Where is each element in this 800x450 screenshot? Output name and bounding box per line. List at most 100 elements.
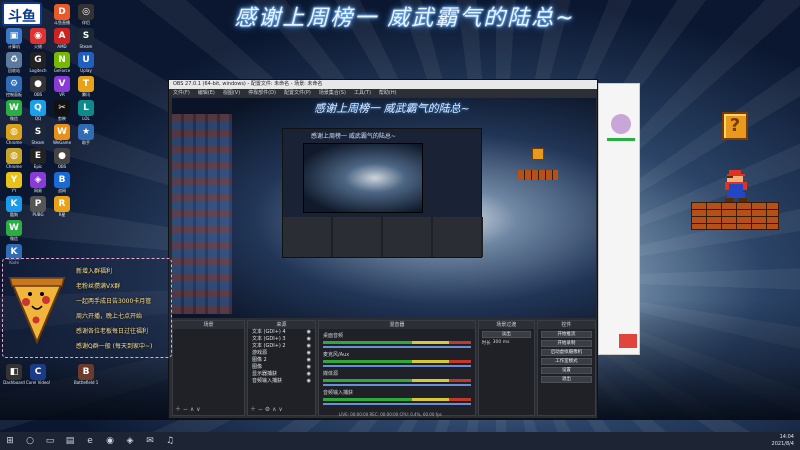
source-item[interactable]: 文本 (GDI+) 4 ◉ — [248, 329, 315, 336]
desktop-icon[interactable]: D 斗鱼直播 — [50, 4, 74, 28]
visibility-eye-icon[interactable]: ◉ — [307, 364, 311, 371]
desktop-icon[interactable]: A AMD — [50, 28, 74, 52]
desktop-icon[interactable] — [74, 196, 98, 220]
desktop-icon[interactable]: CCorel VideoStudio — [26, 364, 50, 388]
control-button[interactable]: 启动虚拟摄像机 — [540, 349, 593, 356]
volume-slider[interactable] — [322, 403, 471, 405]
desktop-icon[interactable] — [74, 172, 98, 196]
obs-preview[interactable]: 感谢上周榜一 威武霸气的陆总~ 感谢上周榜一 威武霸气的陆总~ — [172, 98, 596, 318]
desktop-icon[interactable]: W 微信 — [2, 100, 26, 124]
desktop-icon[interactable]: V VR — [50, 76, 74, 100]
control-button[interactable]: 工作室模式 — [540, 358, 593, 365]
obs-window[interactable]: OBS 27.0.1 (64-bit, windows) - 配置文件: 未命名… — [168, 79, 598, 419]
chat-side-window[interactable] — [598, 83, 640, 355]
music-taskbar-icon[interactable]: ♫ — [162, 433, 178, 449]
source-item[interactable]: 游戏源 ◉ — [248, 350, 315, 357]
task-view-icon[interactable]: ▭ — [42, 433, 58, 449]
scenes-dock[interactable]: 场景 ＋ − ∧ ∨ — [172, 320, 245, 416]
source-item[interactable]: 显示器捕获 ◉ — [248, 371, 315, 378]
source-item[interactable]: 文本 (GDI+) 2 ◉ — [248, 343, 315, 350]
obs-menu-item[interactable]: 文件(F) — [173, 89, 190, 97]
control-button[interactable]: 退出 — [540, 376, 593, 383]
transition-select[interactable]: 淡出 — [481, 331, 531, 338]
obs-menu-item[interactable]: 场景集合(S) — [319, 89, 346, 97]
desktop-icon[interactable]: ◉ 火绒 — [26, 28, 50, 52]
obs-menu-item[interactable]: 工具(T) — [354, 89, 371, 97]
source-item[interactable]: 文本 (GDI+) 3 ◉ — [248, 336, 315, 343]
visibility-eye-icon[interactable]: ◉ — [307, 336, 311, 343]
transitions-dock[interactable]: 场景过渡 淡出 时长 300 ms — [477, 320, 535, 416]
douyu-logo[interactable]: 斗鱼 — [2, 2, 42, 26]
desktop-icon[interactable]: S Steam — [74, 28, 98, 52]
desktop-icon[interactable]: R R星 — [50, 196, 74, 220]
desktop-icon[interactable]: ◧ Dashboard — [2, 364, 26, 388]
desktop-icon[interactable]: T 腾讯 — [74, 76, 98, 100]
desktop-icon[interactable]: Y YY — [2, 172, 26, 196]
control-button[interactable]: 开始推流 — [540, 331, 593, 338]
explorer-folder-icon[interactable]: ▤ — [62, 433, 78, 449]
control-button[interactable]: 设置 — [540, 367, 593, 374]
desktop-icon[interactable]: ▣ 计算机 — [2, 28, 26, 52]
obs-menu-item[interactable]: 帮助(H) — [379, 89, 397, 97]
record-button[interactable] — [619, 334, 637, 348]
desktop-icon[interactable] — [74, 220, 98, 244]
desktop-icon[interactable]: ◎ 伴侣 — [74, 4, 98, 28]
desktop-icon[interactable]: G Logitech — [26, 52, 50, 76]
desktop-icon[interactable]: B Battlefield 1 — [74, 364, 98, 388]
obs-menu-item[interactable]: 视图(V) — [223, 89, 240, 97]
wechat-taskbar-icon[interactable]: ✉ — [142, 433, 158, 449]
desktop-icon[interactable]: ⚙ 控制面板 — [2, 76, 26, 100]
mixer-dock[interactable]: 混音器 桌面音频 麦克风/Aux 媒体源 音频输入捕获 — [317, 320, 476, 416]
desktop-icon[interactable]: N GeForce — [50, 52, 74, 76]
visibility-eye-icon[interactable]: ◉ — [307, 350, 311, 357]
desktop-icon[interactable]: ● OBS — [50, 148, 74, 172]
desktop-icon[interactable]: E Epic — [26, 148, 50, 172]
volume-slider[interactable] — [322, 365, 471, 367]
edge-browser-icon[interactable]: e — [82, 433, 98, 449]
desktop-icon[interactable]: W 微信 — [2, 220, 26, 244]
desktop-icon[interactable]: ● OBS — [26, 76, 50, 100]
desktop-icon[interactable]: ◍ Chrome — [2, 124, 26, 148]
douyu-taskbar-icon[interactable]: ◈ — [122, 433, 138, 449]
obs-titlebar[interactable]: OBS 27.0.1 (64-bit, windows) - 配置文件: 未命名… — [169, 80, 597, 89]
desktop-icon[interactable]: ★ 助手 — [74, 124, 98, 148]
controls-dock[interactable]: 控件 开始推流 开始录制 启动虚拟摄像机 工作室模式 设置 退出 — [536, 320, 597, 416]
start-windows-icon[interactable]: ⊞ — [2, 433, 18, 449]
visibility-eye-icon[interactable]: ◉ — [307, 357, 311, 364]
volume-slider[interactable] — [322, 384, 471, 386]
desktop-icon[interactable] — [50, 364, 74, 388]
system-clock[interactable]: 14:04 2021/8/4 — [772, 434, 794, 448]
volume-slider[interactable] — [322, 346, 471, 348]
desktop-icon[interactable]: ✂ 剪映 — [50, 100, 74, 124]
visibility-eye-icon[interactable]: ◉ — [307, 378, 311, 385]
scenes-dock-toolbar[interactable]: ＋ − ∧ ∨ — [175, 404, 201, 413]
control-button[interactable]: 开始录制 — [540, 340, 593, 347]
source-item[interactable]: 图像 2 ◉ — [248, 357, 315, 364]
obs-menu-item[interactable]: 配置文件(P) — [284, 89, 311, 97]
desktop-icon[interactable] — [74, 148, 98, 172]
desktop-icon[interactable]: W WeGame — [50, 124, 74, 148]
desktop-icon[interactable]: B 战网 — [50, 172, 74, 196]
desktop-icon[interactable]: L LOL — [74, 100, 98, 124]
search-icon[interactable]: ○ — [22, 433, 38, 449]
desktop-icon[interactable] — [26, 220, 50, 244]
desktop-icon[interactable]: P PUBG — [26, 196, 50, 220]
desktop-icon[interactable]: U Uplay — [74, 52, 98, 76]
transition-duration-value[interactable]: 300 ms — [493, 340, 510, 346]
desktop-icon[interactable]: ◍ Chrome — [2, 148, 26, 172]
obs-menu-item[interactable]: 停靠部件(D) — [248, 89, 276, 97]
sources-dock[interactable]: 来源 文本 (GDI+) 4 ◉ 文本 (GDI+) 3 ◉ 文本 (GDI+) 2 ◉ 游… — [246, 320, 316, 416]
desktop-icon[interactable]: K 酷狗 — [2, 196, 26, 220]
visibility-eye-icon[interactable]: ◉ — [307, 329, 311, 336]
desktop-icon[interactable]: S Steam — [26, 124, 50, 148]
sources-dock-toolbar[interactable]: ＋ − ⚙ ∧ ∨ — [250, 404, 283, 413]
source-item[interactable]: 音频输入捕获 ◉ — [248, 378, 315, 385]
visibility-eye-icon[interactable]: ◉ — [307, 343, 311, 350]
desktop-icon[interactable] — [50, 220, 74, 244]
desktop-icon[interactable]: ◈ 网易 — [26, 172, 50, 196]
desktop-icon[interactable]: ♻ 回收站 — [2, 52, 26, 76]
visibility-eye-icon[interactable]: ◉ — [307, 371, 311, 378]
obs-menu-item[interactable]: 编辑(E) — [198, 89, 215, 97]
obs-taskbar-icon[interactable]: ◉ — [102, 433, 118, 449]
source-item[interactable]: 图像 ◉ — [248, 364, 315, 371]
